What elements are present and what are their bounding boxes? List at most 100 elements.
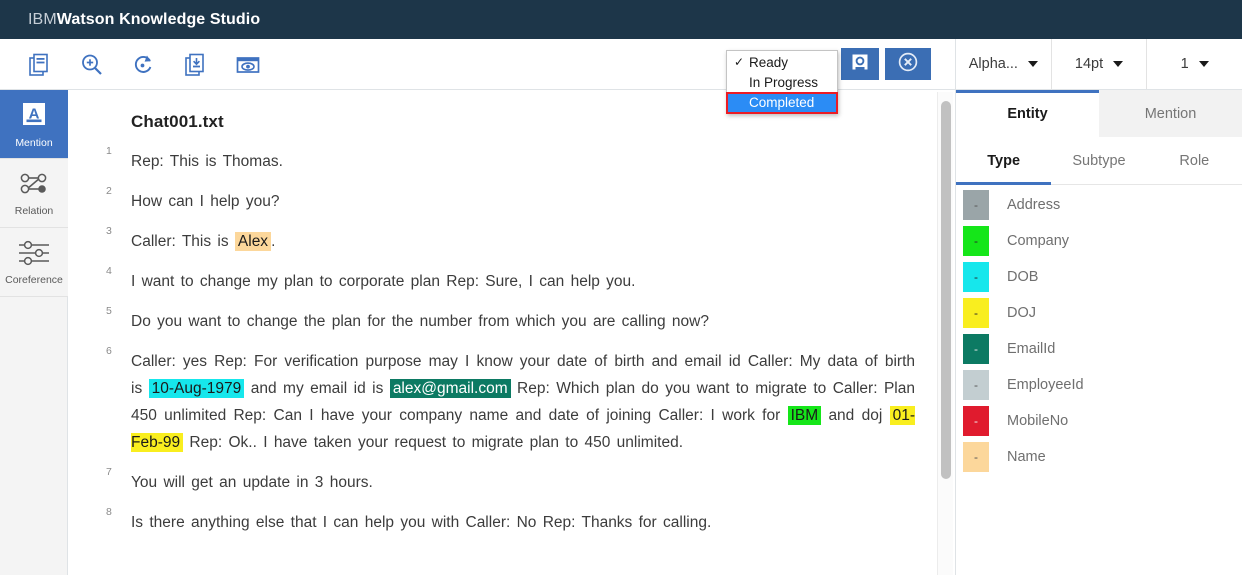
text-segment: Is there anything else that I can help y… <box>131 514 712 531</box>
close-circle-icon <box>897 51 919 78</box>
dictionary-select-value: Alpha... <box>968 56 1018 72</box>
status-option-label: In Progress <box>749 75 819 90</box>
chevron-down-icon <box>1027 61 1038 67</box>
text-segment: I want to change my plan to corporate pl… <box>131 273 636 290</box>
sidebar-item-relation[interactable]: Relation <box>0 159 68 228</box>
entity-type-row[interactable]: - Name <box>956 439 1242 475</box>
entity-annotation-company[interactable]: IBM <box>787 406 822 425</box>
text-segment: Do you want to change the plan for the n… <box>131 313 709 330</box>
toolbar-icon-group <box>14 39 274 90</box>
preview-icon-button[interactable] <box>222 39 274 90</box>
entity-annotation-emailid[interactable]: alex@gmail.com <box>389 379 511 398</box>
document-line: 2 How can I help you? <box>106 185 915 215</box>
line-number: 4 <box>106 265 112 277</box>
preview-icon <box>235 52 261 78</box>
line-text[interactable]: Caller: yes Rep: For verification purpos… <box>131 348 915 456</box>
entity-type-row[interactable]: - EmailId <box>956 331 1242 367</box>
entity-type-row[interactable]: - EmployeeId <box>956 367 1242 403</box>
relation-nodes-icon <box>17 170 51 203</box>
document-line: 4 I want to change my plan to corporate p… <box>106 265 915 295</box>
subtab-type[interactable]: Type <box>956 137 1052 185</box>
left-rail: A Mention Relation Coreference <box>0 90 68 575</box>
right-panel-subtabs: Type Subtype Role <box>956 137 1242 185</box>
status-dropdown-menu[interactable]: ✓ Ready In Progress Completed <box>726 50 838 114</box>
tab-mention[interactable]: Mention <box>1099 90 1242 137</box>
entity-type-label: DOJ <box>1007 305 1036 321</box>
document-viewer: Chat001.txt 1 Rep: This is Thomas. 2 How ca… <box>69 90 955 575</box>
document-line: 8 Is there anything else that I can help … <box>106 506 915 536</box>
entity-type-list: - Address - Company - DOB - DOJ - EmailId - Employe… <box>956 185 1242 475</box>
document-download-icon-button[interactable] <box>170 39 222 90</box>
tab-label: Mention <box>1144 105 1197 122</box>
sidebar-item-label: Relation <box>14 204 54 217</box>
rotate-icon-button[interactable] <box>118 39 170 90</box>
entity-type-row[interactable]: - Address <box>956 187 1242 223</box>
document-scrollbar[interactable] <box>937 92 953 575</box>
status-option-completed[interactable]: Completed <box>726 92 838 114</box>
entity-type-label: DOB <box>1007 269 1039 285</box>
dictionary-select[interactable]: Alpha... <box>956 39 1052 89</box>
status-option-label: Completed <box>749 95 815 110</box>
entity-type-row[interactable]: - Company <box>956 223 1242 259</box>
tab-entity[interactable]: Entity <box>956 90 1099 137</box>
line-text[interactable]: Rep: This is Thomas. <box>131 148 915 175</box>
entity-type-row[interactable]: - DOJ <box>956 295 1242 331</box>
line-number: 8 <box>106 506 112 518</box>
document-download-icon <box>183 52 209 78</box>
line-number: 1 <box>106 145 112 157</box>
line-text[interactable]: Do you want to change the plan for the n… <box>131 308 915 335</box>
line-text[interactable]: You will get an update in 3 hours. <box>131 469 915 496</box>
entity-type-label: Company <box>1007 233 1070 249</box>
rotate-icon <box>131 52 157 78</box>
document-line: 5 Do you want to change the plan for the … <box>106 305 915 335</box>
line-number: 3 <box>106 225 112 237</box>
status-option-in-progress[interactable]: In Progress <box>727 73 837 93</box>
sidebar-item-label: Coreference <box>5 273 63 286</box>
entity-type-label: Address <box>1007 197 1061 213</box>
line-text[interactable]: Caller: This is Alex. <box>131 228 915 255</box>
entity-type-row[interactable]: - DOB <box>956 259 1242 295</box>
text-segment: Caller: This is <box>131 233 235 250</box>
entity-type-color-swatch: - <box>963 298 989 328</box>
entity-type-color-swatch: - <box>963 262 989 292</box>
document-line: 6 Caller: yes Rep: For verification purpo… <box>106 345 915 456</box>
line-text[interactable]: Is there anything else that I can help y… <box>131 509 915 536</box>
page-select[interactable]: 1 <box>1147 39 1242 89</box>
line-text[interactable]: I want to change my plan to corporate pl… <box>131 268 915 295</box>
document-scrollbar-thumb[interactable] <box>941 101 951 479</box>
documents-icon <box>27 52 53 78</box>
save-button[interactable] <box>841 48 879 80</box>
entity-type-color-swatch: - <box>963 442 989 472</box>
action-button-group <box>841 48 931 80</box>
subtab-role[interactable]: Role <box>1147 137 1242 184</box>
fontsize-select[interactable]: 14pt <box>1052 39 1148 89</box>
subtab-label: Subtype <box>1072 152 1126 169</box>
subtab-label: Role <box>1179 152 1210 169</box>
subtab-subtype[interactable]: Subtype <box>1051 137 1146 184</box>
subtab-label: Type <box>987 152 1021 169</box>
entity-annotation-name[interactable]: Alex <box>234 232 272 251</box>
document-line: 1 Rep: This is Thomas. <box>106 145 915 175</box>
documents-icon-button[interactable] <box>14 39 66 90</box>
line-text[interactable]: How can I help you? <box>131 188 915 215</box>
document-line: 7 You will get an update in 3 hours. <box>106 466 915 496</box>
sidebar-item-mention[interactable]: A Mention <box>0 90 68 159</box>
text-segment: How can I help you? <box>131 193 280 210</box>
app-title-name: Watson Knowledge Studio <box>56 10 261 28</box>
status-option-ready[interactable]: ✓ Ready <box>727 53 837 73</box>
entity-type-label: EmailId <box>1007 341 1056 357</box>
line-number: 6 <box>106 345 112 357</box>
text-segment: Rep: Ok.. I have taken your request to m… <box>183 434 683 451</box>
entity-type-color-swatch: - <box>963 190 989 220</box>
status-option-label: Ready <box>749 55 789 70</box>
close-button[interactable] <box>885 48 931 80</box>
entity-type-color-swatch: - <box>963 406 989 436</box>
zoom-in-icon-button[interactable] <box>66 39 118 90</box>
sidebar-item-coreference[interactable]: Coreference <box>0 228 68 297</box>
entity-type-row[interactable]: - MobileNo <box>956 403 1242 439</box>
document-content: Chat001.txt 1 Rep: This is Thomas. 2 How ca… <box>69 90 955 536</box>
line-number: 5 <box>106 305 112 317</box>
sidebar-item-label: Mention <box>15 136 53 149</box>
entity-type-color-swatch: - <box>963 370 989 400</box>
entity-annotation-dob[interactable]: 10-Aug-1979 <box>148 379 245 398</box>
